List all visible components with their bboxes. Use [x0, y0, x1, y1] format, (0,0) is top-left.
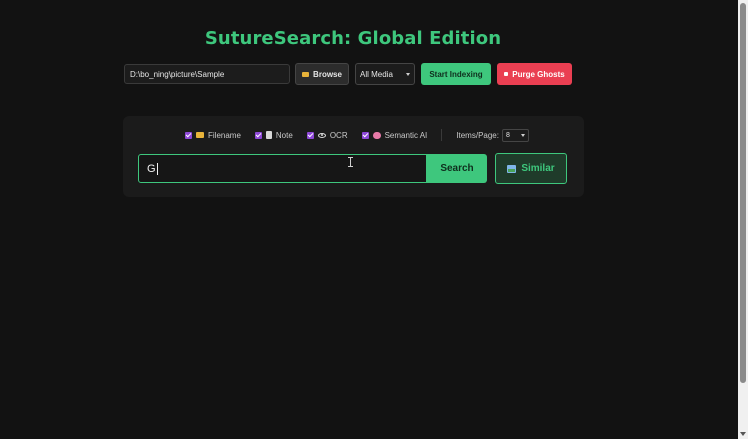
- page-scrollbar[interactable]: [738, 0, 748, 439]
- text-cursor-icon: [348, 157, 353, 167]
- page-title: SutureSearch: Global Edition: [204, 28, 502, 49]
- search-filters: Filename Note OCR Semantic AI Items/Page…: [185, 128, 529, 142]
- scrollbar-thumb[interactable]: [740, 3, 746, 383]
- search-button-label: Search: [440, 163, 474, 174]
- filter-semantic-ai[interactable]: Semantic AI: [361, 130, 428, 140]
- filter-note[interactable]: Note: [254, 130, 293, 140]
- media-type-select[interactable]: All Media: [355, 63, 415, 85]
- page: SutureSearch: Global Edition Browse All …: [0, 0, 748, 439]
- start-indexing-button[interactable]: Start Indexing: [421, 63, 491, 85]
- folder-icon: [196, 132, 204, 138]
- purge-icon: [504, 72, 509, 76]
- semantic-ai-checkbox[interactable]: [361, 131, 369, 139]
- filter-filename[interactable]: Filename: [185, 131, 241, 140]
- eye-icon: [317, 132, 326, 138]
- browse-label: Browse: [313, 69, 342, 79]
- folder-icon: [302, 71, 310, 77]
- items-per-page-value: 8: [505, 131, 510, 139]
- filter-label: Filename: [208, 130, 241, 140]
- similar-search-button[interactable]: Similar: [495, 153, 567, 184]
- filter-label: OCR: [329, 130, 348, 140]
- chevron-down-icon: [520, 133, 525, 137]
- items-per-page-select[interactable]: 8: [501, 128, 529, 142]
- filter-label: Semantic AI: [384, 130, 428, 140]
- ocr-checkbox[interactable]: [306, 131, 314, 139]
- filter-ocr[interactable]: OCR: [306, 130, 348, 140]
- search-panel: Filename Note OCR Semantic AI Items/Page…: [123, 116, 584, 197]
- items-per-page-label: Items/Page:: [456, 130, 499, 140]
- purge-ghosts-label: Purge Ghosts: [512, 69, 565, 79]
- toolbar: Browse All Media Start Indexing Purge Gh…: [124, 63, 572, 85]
- start-indexing-label: Start Indexing: [429, 69, 483, 79]
- document-icon: [265, 131, 272, 139]
- filter-divider: [441, 129, 443, 141]
- chevron-down-icon: [406, 72, 410, 76]
- media-select-value: All Media: [360, 69, 393, 79]
- search-button[interactable]: Search: [427, 154, 487, 183]
- folder-path-input[interactable]: [124, 64, 290, 84]
- filename-checkbox[interactable]: [185, 131, 192, 139]
- search-query-text: G: [147, 162, 156, 175]
- note-checkbox[interactable]: [254, 131, 262, 139]
- purge-ghosts-button[interactable]: Purge Ghosts: [497, 63, 572, 85]
- text-caret: [156, 162, 158, 175]
- browse-button[interactable]: Browse: [295, 63, 349, 85]
- scroll-down-arrow-icon[interactable]: [740, 432, 746, 436]
- filter-label: Note: [275, 130, 293, 140]
- brain-icon: [372, 131, 381, 139]
- picture-icon: [507, 164, 517, 173]
- similar-button-label: Similar: [521, 163, 555, 174]
- search-input[interactable]: G: [138, 154, 427, 183]
